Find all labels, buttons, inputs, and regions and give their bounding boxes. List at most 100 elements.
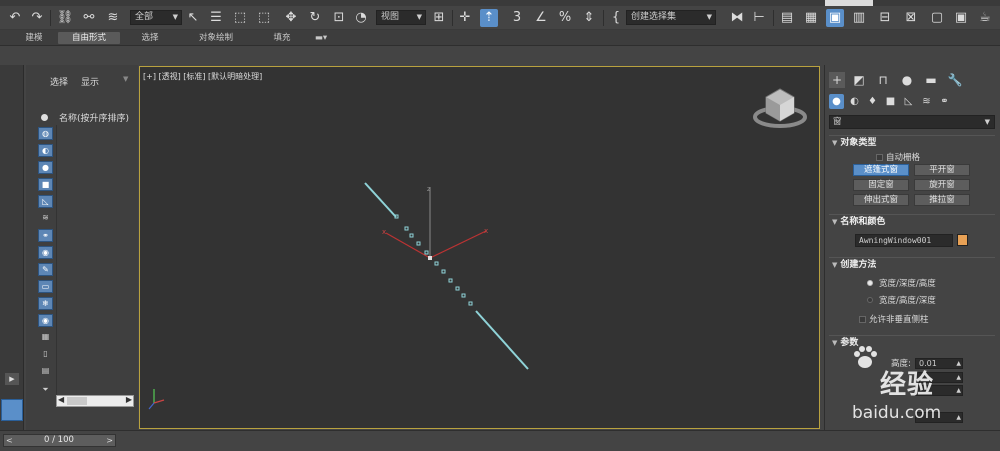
scene-explorer-icon[interactable]: ▦ [802, 9, 820, 27]
helper-filter-icon[interactable]: ◺ [38, 195, 53, 208]
all-filter-icon[interactable]: ▦ [38, 331, 53, 344]
geometry-category-icon[interactable]: ● [829, 94, 844, 109]
chevron-down-icon[interactable]: ▼ [123, 75, 128, 83]
create-tab-icon[interactable]: + [829, 72, 845, 88]
rectangular-selection-icon[interactable]: ⬚ [231, 9, 249, 27]
helpers-category-icon[interactable]: ◺ [901, 94, 916, 109]
tab-populate[interactable]: 填充 [262, 32, 302, 44]
shapes-category-icon[interactable]: ◐ [847, 94, 862, 109]
projected-window-button[interactable]: 伸出式窗 [853, 194, 909, 206]
none-filter-icon[interactable]: ▯ [38, 348, 53, 361]
play-icon[interactable]: ▶ [5, 373, 19, 385]
render-production-icon[interactable]: ☕ [976, 9, 994, 27]
depth-spinner[interactable]: ▲ [915, 385, 963, 396]
rotate-icon[interactable]: ↻ [306, 9, 324, 27]
spinner-arrows-icon[interactable]: ▲ [956, 413, 961, 422]
layer-explorer-icon[interactable]: ▤ [778, 9, 796, 27]
hierarchy-tab-icon[interactable]: ⊓ [875, 72, 891, 88]
rollout-header[interactable]: ▼ 创建方法 [829, 257, 995, 271]
shape-filter-icon[interactable]: ◐ [38, 144, 53, 157]
scroll-right-icon[interactable]: ▶ [126, 395, 132, 404]
lights-category-icon[interactable]: ♦ [865, 94, 880, 109]
object-category-dropdown[interactable]: 窗 ▼ [829, 115, 995, 129]
select-by-name-icon[interactable]: ☰ [207, 9, 225, 27]
time-slider[interactable]: < 0 / 100 > [3, 434, 116, 447]
select-object-icon[interactable]: ↖ [184, 9, 202, 27]
undo-icon[interactable]: ↶ [6, 9, 24, 27]
scale-icon[interactable]: ⊡ [330, 9, 348, 27]
material-editor-icon[interactable]: ⊠ [902, 9, 920, 27]
percent-snap-icon[interactable]: % [556, 9, 574, 27]
tab-object-paint[interactable]: 对象绘制 [188, 32, 244, 44]
invert-filter-icon[interactable]: ▤ [38, 365, 53, 378]
selection-filter-dropdown[interactable]: 全部 ▼ [130, 10, 182, 25]
spacewarp-filter-icon[interactable]: ≋ [38, 212, 53, 225]
angle-snap-icon[interactable]: ∠ [532, 9, 550, 27]
light-filter-icon[interactable]: ● [38, 161, 53, 174]
width-height-depth-radio[interactable] [867, 297, 873, 303]
fixed-window-button[interactable]: 固定窗 [853, 179, 909, 191]
render-setup-icon[interactable]: ▢ [928, 9, 946, 27]
spacewarps-category-icon[interactable]: ≋ [919, 94, 934, 109]
spinner-arrows-icon[interactable]: ▲ [956, 386, 961, 395]
rollout-header[interactable]: ▼ 对象类型 [829, 135, 995, 149]
prev-frame-icon[interactable]: < [6, 435, 13, 446]
height-spinner[interactable]: 0.01 ▲ [915, 358, 963, 369]
viewport-layout-thumbnail[interactable] [1, 399, 23, 421]
ribbon-options-icon[interactable]: ▬▾ [310, 32, 332, 44]
casement-window-button[interactable]: 平开窗 [914, 164, 970, 176]
tab-selection[interactable]: 选择 [130, 32, 170, 44]
sliding-window-button[interactable]: 推拉窗 [914, 194, 970, 206]
align-icon[interactable]: ⊢ [750, 9, 768, 27]
edit-named-selection-icon[interactable]: { [607, 9, 625, 27]
width-spinner[interactable]: ▲ [915, 372, 963, 383]
perspective-viewport[interactable]: [+] [透视] [标准] [默认明暗处理] z x x [139, 66, 820, 429]
width-depth-height-radio[interactable] [867, 280, 873, 286]
explorer-tab-display[interactable]: 显示 [81, 75, 99, 88]
funnel-icon[interactable]: ⏷ [38, 384, 53, 397]
frame-spinner[interactable]: ▲ [915, 412, 963, 423]
geometry-filter-icon[interactable]: ◍ [38, 127, 53, 140]
spinner-snap-icon[interactable]: ⇕ [580, 9, 598, 27]
explorer-object-list[interactable] [56, 125, 136, 395]
container-filter-icon[interactable]: ▭ [38, 280, 53, 293]
window-crossing-icon[interactable]: ⬚ [255, 9, 273, 27]
display-tab-icon[interactable]: ▬ [923, 72, 939, 88]
explorer-column-header[interactable]: 名称(按升序排序) [59, 111, 129, 124]
viewcube-icon[interactable] [753, 88, 807, 128]
hidden-filter-icon[interactable]: ◉ [38, 314, 53, 327]
reference-coordinate-dropdown[interactable]: 视图 ▼ [376, 10, 426, 25]
redo-icon[interactable]: ↷ [28, 9, 46, 27]
rendered-frame-window-icon[interactable]: ▣ [952, 9, 970, 27]
frozen-filter-icon[interactable]: ❄ [38, 297, 53, 310]
scroll-left-icon[interactable]: ◀ [58, 395, 64, 404]
autogrid-checkbox[interactable] [876, 154, 883, 161]
allow-nonvertical-jambs-checkbox[interactable] [859, 316, 866, 323]
toggle-ribbon-icon[interactable]: ▣ [826, 9, 844, 27]
rollout-header[interactable]: ▼ 名称和颜色 [829, 214, 995, 228]
transform-gizmo[interactable]: z x x [382, 186, 488, 260]
explorer-horizontal-scrollbar[interactable]: ◀ ▶ [56, 395, 134, 407]
link-icon[interactable]: ⛓ [56, 9, 74, 27]
bind-spacewarp-icon[interactable]: ≋ [104, 9, 122, 27]
bone-filter-icon[interactable]: ✎ [38, 263, 53, 276]
snaps-toggle-icon[interactable]: 3 [508, 9, 526, 27]
curve-editor-icon[interactable]: ▥ [850, 9, 868, 27]
schematic-view-icon[interactable]: ⊟ [876, 9, 894, 27]
scrollbar-thumb[interactable] [67, 397, 87, 405]
object-color-swatch[interactable] [957, 234, 968, 246]
unlink-icon[interactable]: ⚯ [80, 9, 98, 27]
select-manipulate-icon[interactable]: ✛ [456, 9, 474, 27]
rollout-header[interactable]: ▼ 参数 [829, 335, 995, 349]
keyboard-shortcut-override-icon[interactable]: ⇡ [480, 9, 498, 27]
awning-window-object[interactable] [364, 182, 529, 370]
modify-tab-icon[interactable]: ◩ [851, 72, 867, 88]
mirror-icon[interactable]: ⧓ [728, 9, 746, 27]
camera-filter-icon[interactable]: ■ [38, 178, 53, 191]
spinner-arrows-icon[interactable]: ▲ [956, 359, 961, 368]
tab-modeling[interactable]: 建模 [14, 32, 54, 44]
utilities-tab-icon[interactable]: 🔧 [947, 72, 963, 88]
spinner-arrows-icon[interactable]: ▲ [956, 373, 961, 382]
xref-filter-icon[interactable]: ◉ [38, 246, 53, 259]
object-name-field[interactable]: AwningWindow001 [855, 234, 953, 247]
